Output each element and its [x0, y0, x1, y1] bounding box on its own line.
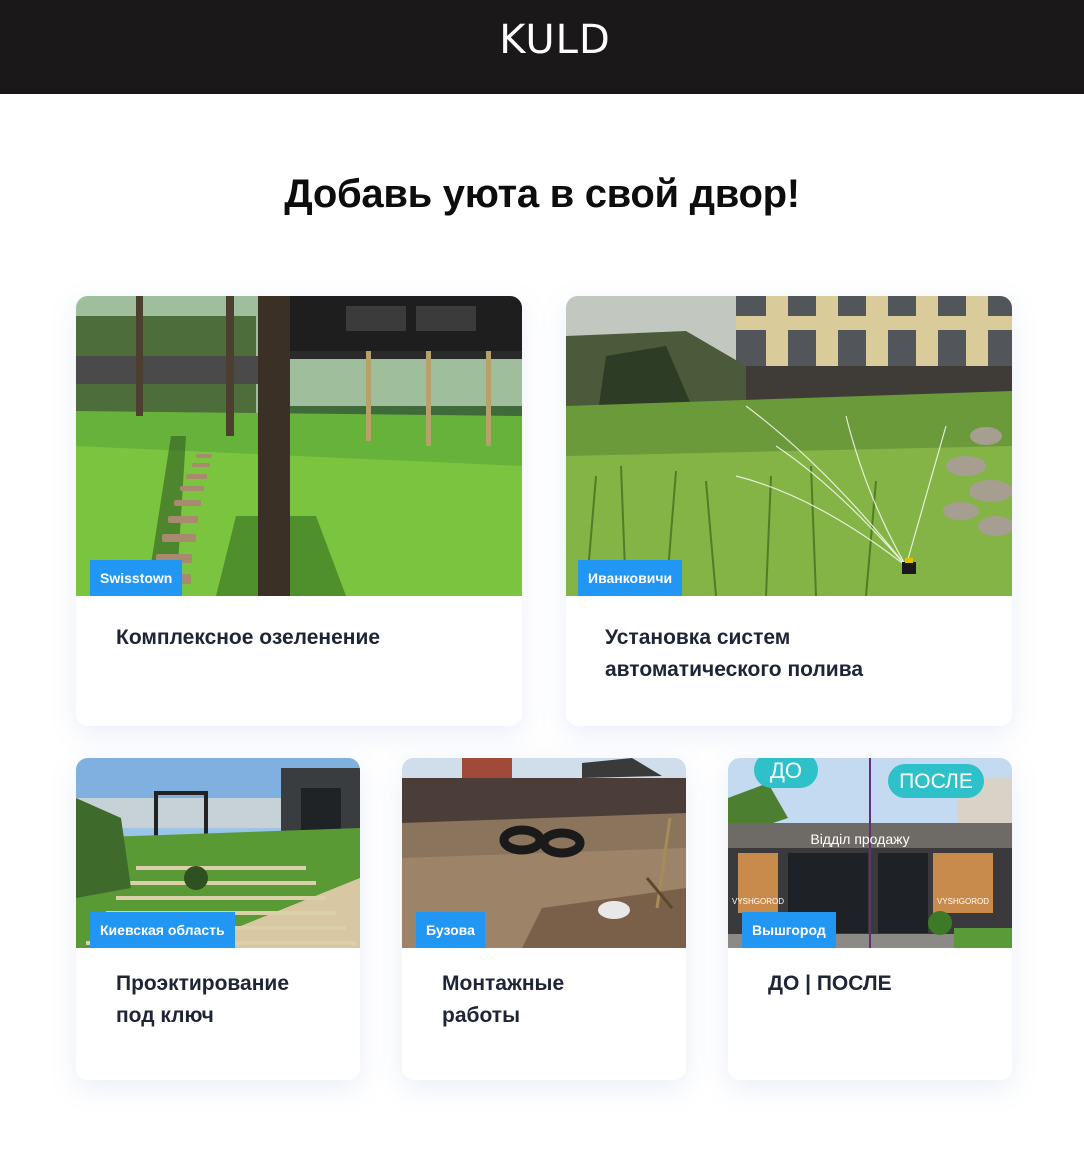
location-tag: Киевская область: [90, 912, 235, 948]
card-image-irrigation: Иванковичи: [566, 296, 1012, 596]
card-landscaping[interactable]: Swisstown Комплексное озеленение: [76, 296, 522, 726]
after-badge: ПОСЛЕ: [899, 770, 973, 793]
card-image-construction: Бузова: [402, 758, 686, 948]
building-sign: Відділ продажу: [810, 831, 909, 847]
card-installation[interactable]: Бузова Монтажные работы: [402, 758, 686, 1080]
card-before-after[interactable]: ДО ПОСЛЕ Відділ продажу VYSHGOROD VYSHGO…: [728, 758, 1012, 1080]
site-header: KULD: [0, 0, 1084, 94]
card-design-turnkey[interactable]: Киевская область Проэктирование под ключ: [76, 758, 360, 1080]
card-title-line2: под ключ: [116, 1004, 214, 1027]
garden-photo: [76, 296, 522, 596]
card-title: ДО | ПОСЛЕ: [768, 972, 892, 995]
card-irrigation[interactable]: Иванковичи Установка систем автоматическ…: [566, 296, 1012, 726]
card-title-line2: работы: [442, 1004, 521, 1027]
irrigation-photo: [566, 296, 1012, 596]
location-tag: Бузова: [416, 912, 485, 948]
location-tag: Swisstown: [90, 560, 183, 596]
card-title-line1: Монтажные: [442, 972, 565, 995]
card-title: Комплексное озеленение: [116, 626, 381, 649]
card-title-line2: автоматического полива: [605, 658, 864, 681]
location-tag: Иванковичи: [578, 560, 683, 596]
card-image-garden: Swisstown: [76, 296, 522, 596]
page-title: Добавь уюта в свой двор!: [284, 172, 800, 216]
location-tag: Вышгород: [742, 912, 836, 948]
card-title-line1: Проэктирование: [116, 972, 290, 995]
card-image-landscape-design: Киевская область: [76, 758, 360, 948]
before-badge: ДО: [770, 758, 802, 783]
card-title-line1: Установка систем: [605, 626, 791, 649]
brand-label-left: VYSHGOROD: [732, 897, 784, 906]
site-logo[interactable]: KULD: [499, 17, 611, 63]
card-image-before-after: ДО ПОСЛЕ Відділ продажу VYSHGOROD VYSHGO…: [728, 758, 1012, 948]
brand-label-right: VYSHGOROD: [937, 897, 989, 906]
